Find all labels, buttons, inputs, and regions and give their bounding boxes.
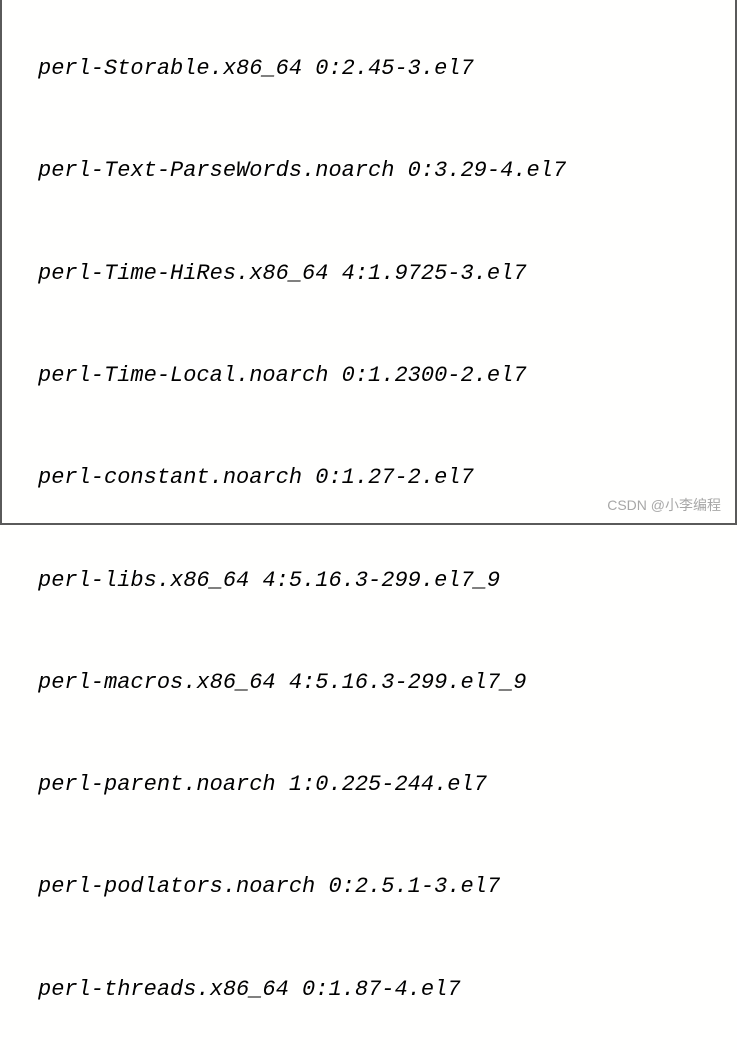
package-line: perl-constant.noarch 0:1.27-2.el7	[10, 461, 727, 495]
package-line: perl-threads.x86_64 0:1.87-4.el7	[10, 973, 727, 1007]
package-line: perl-parent.noarch 1:0.225-244.el7	[10, 768, 727, 802]
terminal-output: perl-Storable.x86_64 0:2.45-3.el7 perl-T…	[10, 4, 727, 1050]
package-line: perl-Storable.x86_64 0:2.45-3.el7	[10, 52, 727, 86]
package-line: perl-Text-ParseWords.noarch 0:3.29-4.el7	[10, 154, 727, 188]
package-line: perl-podlators.noarch 0:2.5.1-3.el7	[10, 870, 727, 904]
watermark: CSDN @小李编程	[607, 495, 721, 517]
package-line: perl-Time-Local.noarch 0:1.2300-2.el7	[10, 359, 727, 393]
package-line: perl-libs.x86_64 4:5.16.3-299.el7_9	[10, 564, 727, 598]
package-line: perl-macros.x86_64 4:5.16.3-299.el7_9	[10, 666, 727, 700]
package-line: perl-Time-HiRes.x86_64 4:1.9725-3.el7	[10, 257, 727, 291]
